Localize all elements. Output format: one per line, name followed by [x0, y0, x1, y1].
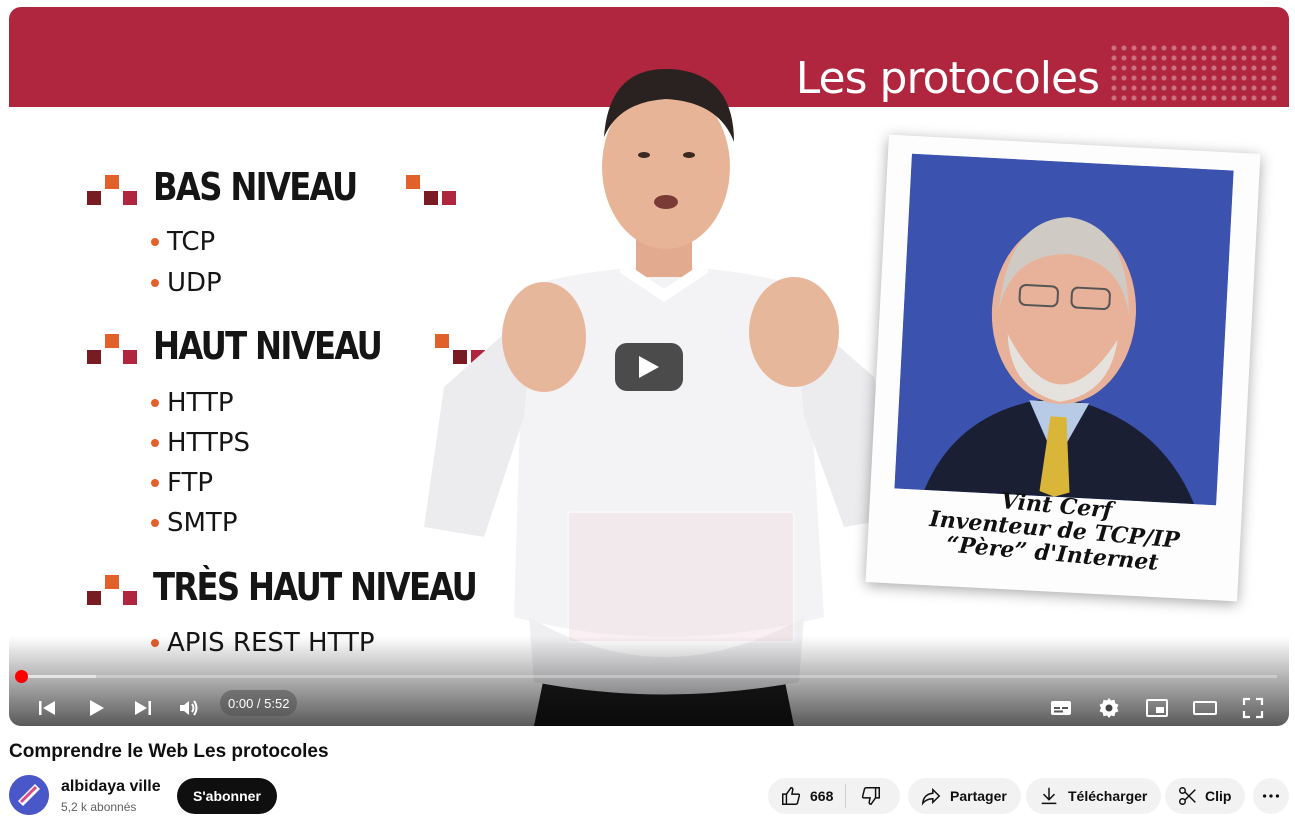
skip-next-button[interactable]: [125, 690, 161, 726]
skip-next-icon: [135, 701, 151, 715]
slide-list-item: SMTP: [151, 508, 238, 538]
decorative-squares: [87, 569, 139, 605]
section-heading: BAS NIVEAU: [153, 165, 358, 209]
like-count: 668: [810, 788, 834, 804]
volume-icon: [180, 700, 198, 716]
slide-list-item: HTTPS: [151, 428, 250, 458]
download-label: Télécharger: [1068, 788, 1148, 804]
time-display: 0:00 / 5:52: [220, 690, 298, 716]
download-button[interactable]: Télécharger: [1026, 778, 1162, 814]
like-dislike-group: 668: [768, 778, 900, 814]
dislike-button[interactable]: [846, 778, 896, 814]
progress-loaded: [21, 675, 97, 678]
subscriber-count: 5,2 k abonnés: [61, 800, 137, 814]
subtitles-button[interactable]: [1043, 690, 1079, 726]
slide-logo: [1109, 43, 1279, 103]
more-actions-button[interactable]: [1253, 778, 1289, 814]
clip-button[interactable]: Clip: [1165, 778, 1246, 814]
play-icon: [90, 700, 104, 716]
fullscreen-button[interactable]: [1235, 690, 1271, 726]
fullscreen-icon: [1242, 697, 1264, 719]
thumbs-up-icon: [782, 787, 801, 805]
portrait-image: [894, 153, 1234, 506]
miniplayer-icon: [1146, 699, 1168, 717]
decorative-squares: [87, 169, 139, 205]
large-play-button[interactable]: [615, 343, 683, 391]
like-button[interactable]: 668: [768, 778, 845, 814]
slide-list-item: HTTP: [151, 388, 234, 418]
slide-list-item: FTP: [151, 468, 213, 498]
channel-name[interactable]: albidaya ville: [61, 778, 161, 796]
progress-scrubber[interactable]: [15, 670, 28, 683]
gear-icon: [1099, 698, 1119, 718]
progress-bar[interactable]: [21, 675, 1277, 678]
scissors-icon: [1179, 787, 1196, 805]
share-label: Partager: [950, 788, 1007, 804]
slide-list-item: TCP: [151, 227, 215, 257]
download-icon: [1041, 787, 1057, 805]
subtitles-icon: [1051, 701, 1071, 715]
share-icon: [921, 787, 941, 806]
video-title: Comprendre le Web Les protocoles: [9, 741, 329, 762]
clip-label: Clip: [1205, 788, 1232, 804]
polaroid-photo: Vint Cerf Inventeur de TCP/IP “Père” d'I…: [865, 134, 1261, 602]
slide-section-heading: BAS NIVEAU: [87, 165, 458, 209]
skip-previous-button[interactable]: [29, 690, 65, 726]
skip-previous-icon: [39, 701, 55, 715]
subscribe-button[interactable]: S'abonner: [177, 778, 277, 814]
channel-avatar[interactable]: [9, 775, 49, 815]
play-icon: [639, 356, 659, 378]
theater-mode-button[interactable]: [1187, 690, 1223, 726]
theater-mode-icon: [1193, 701, 1217, 715]
video-player[interactable]: Les protocoles BAS NIVEAU TCP UDP HAUT N…: [9, 7, 1289, 726]
section-heading: HAUT NIVEAU: [153, 324, 383, 368]
volume-button[interactable]: [171, 690, 207, 726]
decorative-squares: [87, 328, 139, 364]
storyboard-hint-overlay: [557, 459, 801, 659]
thumbs-down-icon: [862, 787, 881, 805]
more-horizontal-icon: [1262, 794, 1280, 798]
share-button[interactable]: Partager: [908, 778, 1021, 814]
miniplayer-button[interactable]: [1139, 690, 1175, 726]
slide-list-item: UDP: [151, 268, 222, 298]
play-button[interactable]: [78, 690, 114, 726]
settings-button[interactable]: [1091, 690, 1127, 726]
